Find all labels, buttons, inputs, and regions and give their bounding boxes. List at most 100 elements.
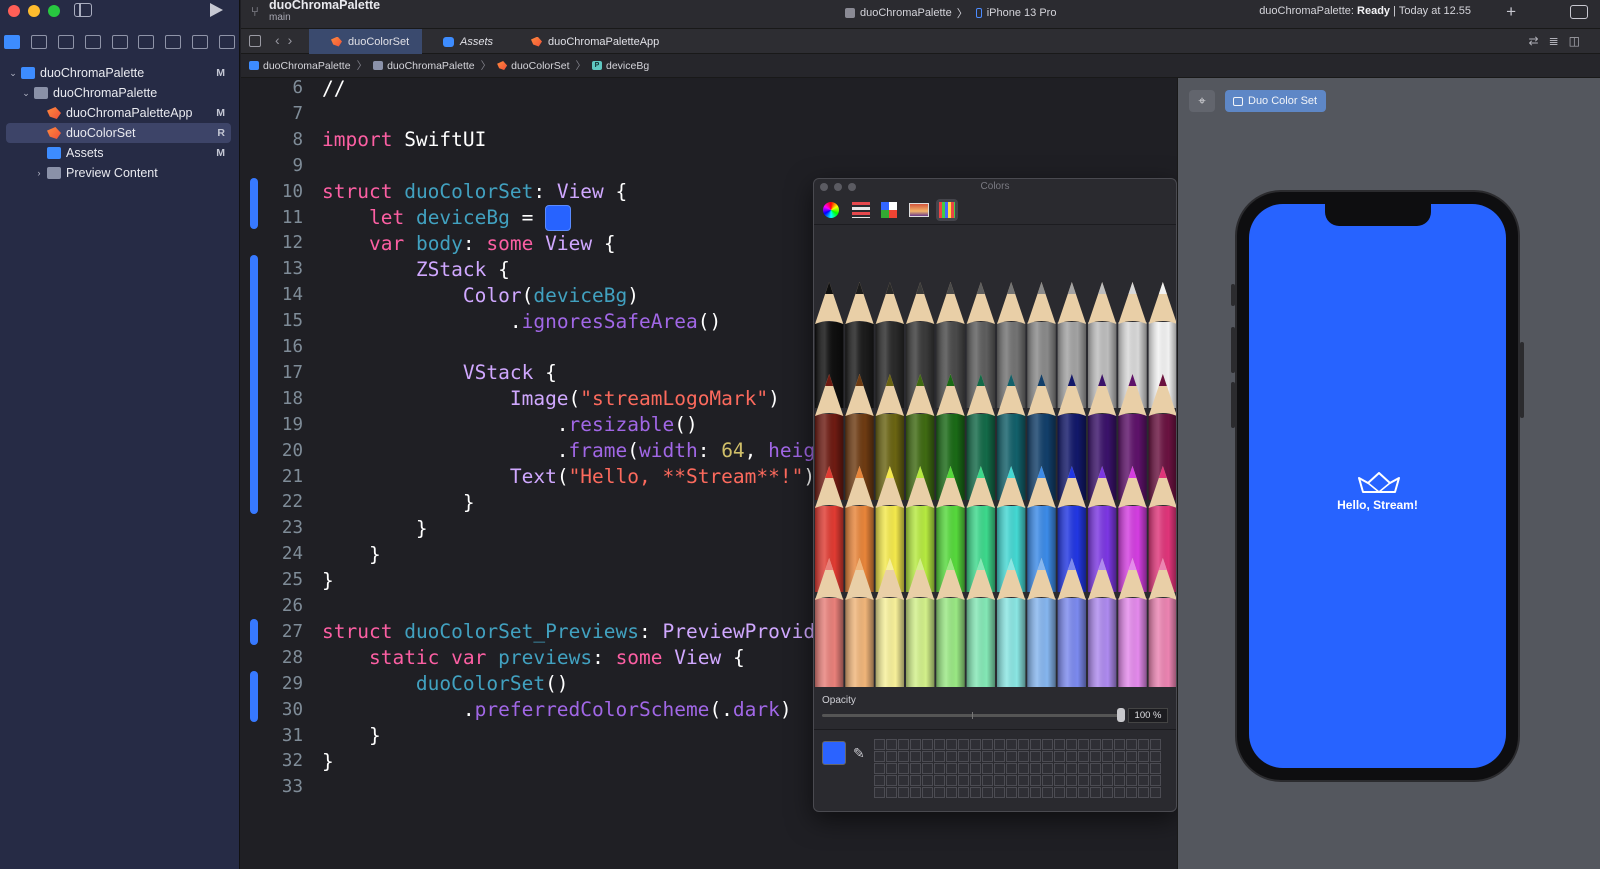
empty-swatch[interactable] bbox=[874, 787, 885, 798]
empty-swatch[interactable] bbox=[1126, 775, 1137, 786]
code-line[interactable]: 23 } bbox=[241, 515, 428, 541]
empty-swatch[interactable] bbox=[898, 751, 909, 762]
empty-swatch[interactable] bbox=[1066, 763, 1077, 774]
project-tree-item[interactable]: › Preview Content bbox=[6, 163, 231, 183]
empty-swatch[interactable] bbox=[922, 751, 933, 762]
pin-preview-icon[interactable]: ⌖ bbox=[1189, 90, 1215, 112]
empty-swatch[interactable] bbox=[970, 739, 981, 750]
empty-swatch[interactable] bbox=[898, 787, 909, 798]
code-line[interactable]: 33 bbox=[241, 774, 322, 800]
empty-swatch[interactable] bbox=[1042, 751, 1053, 762]
code-line[interactable]: 12 var body: some View { bbox=[241, 230, 616, 256]
empty-swatch[interactable] bbox=[1090, 775, 1101, 786]
empty-swatch[interactable] bbox=[946, 763, 957, 774]
jumpbar-symbol[interactable]: deviceBg bbox=[606, 60, 649, 72]
empty-swatch[interactable] bbox=[1138, 739, 1149, 750]
opacity-value-field[interactable]: 100 % bbox=[1128, 708, 1168, 723]
chevron-right-icon[interactable]: › bbox=[34, 168, 44, 178]
empty-swatch[interactable] bbox=[958, 751, 969, 762]
empty-swatch[interactable] bbox=[934, 739, 945, 750]
empty-swatch[interactable] bbox=[1066, 775, 1077, 786]
empty-swatch[interactable] bbox=[946, 775, 957, 786]
pencils-mode[interactable] bbox=[936, 199, 958, 221]
empty-swatch[interactable] bbox=[910, 763, 921, 774]
empty-swatch[interactable] bbox=[910, 787, 921, 798]
empty-swatch[interactable] bbox=[910, 751, 921, 762]
empty-swatch[interactable] bbox=[1150, 739, 1161, 750]
empty-swatch[interactable] bbox=[898, 739, 909, 750]
empty-swatch[interactable] bbox=[1042, 787, 1053, 798]
code-line[interactable]: 20 .frame(width: 64, height: 64) bbox=[241, 438, 897, 464]
back-forward-arrows-icon[interactable]: ‹› bbox=[275, 32, 300, 48]
empty-swatch[interactable] bbox=[982, 775, 993, 786]
empty-swatch[interactable] bbox=[1030, 751, 1041, 762]
empty-swatch[interactable] bbox=[886, 739, 897, 750]
code-line[interactable]: 26 bbox=[241, 593, 322, 619]
empty-swatch[interactable] bbox=[1078, 739, 1089, 750]
empty-swatch[interactable] bbox=[1090, 787, 1101, 798]
empty-swatch[interactable] bbox=[934, 763, 945, 774]
empty-swatch[interactable] bbox=[934, 787, 945, 798]
empty-swatch[interactable] bbox=[1042, 739, 1053, 750]
empty-swatch[interactable] bbox=[1078, 751, 1089, 762]
code-line[interactable]: 11 let deviceBg = bbox=[241, 204, 572, 231]
empty-swatch[interactable] bbox=[1054, 751, 1065, 762]
empty-swatch[interactable] bbox=[1078, 763, 1089, 774]
empty-swatch[interactable] bbox=[1042, 763, 1053, 774]
code-line[interactable]: 13 ZStack { bbox=[241, 256, 510, 282]
empty-swatch[interactable] bbox=[970, 751, 981, 762]
empty-swatch[interactable] bbox=[886, 775, 897, 786]
chevron-down-icon[interactable]: ⌄ bbox=[8, 68, 18, 79]
code-line[interactable]: 14 Color(deviceBg) bbox=[241, 282, 639, 308]
empty-swatch[interactable] bbox=[910, 775, 921, 786]
empty-swatch[interactable] bbox=[1090, 751, 1101, 762]
report-navigator-icon[interactable] bbox=[219, 35, 235, 49]
empty-swatch[interactable] bbox=[1150, 775, 1161, 786]
code-line[interactable]: 17 VStack { bbox=[241, 360, 557, 386]
project-tree-item[interactable]: duoChromaPaletteApp M bbox=[6, 103, 231, 123]
empty-swatch[interactable] bbox=[1054, 739, 1065, 750]
code-line[interactable]: 16 bbox=[241, 334, 322, 360]
jumpbar-group[interactable]: duoChromaPalette bbox=[387, 60, 475, 72]
empty-swatch[interactable] bbox=[1114, 739, 1125, 750]
code-line[interactable]: 25} bbox=[241, 567, 334, 593]
empty-swatch[interactable] bbox=[994, 751, 1005, 762]
empty-swatch[interactable] bbox=[946, 787, 957, 798]
empty-swatch[interactable] bbox=[1030, 763, 1041, 774]
color-sliders-mode[interactable] bbox=[849, 199, 871, 221]
empty-swatch[interactable] bbox=[922, 763, 933, 774]
project-navigator-icon[interactable] bbox=[4, 35, 20, 49]
empty-swatch[interactable] bbox=[1150, 763, 1161, 774]
empty-swatch[interactable] bbox=[994, 763, 1005, 774]
image-palettes-mode[interactable] bbox=[907, 199, 929, 221]
empty-swatch[interactable] bbox=[994, 787, 1005, 798]
color-literal-swatch[interactable] bbox=[545, 204, 572, 231]
empty-swatch[interactable] bbox=[1066, 739, 1077, 750]
code-line[interactable]: 24 } bbox=[241, 541, 381, 567]
related-items-icon[interactable] bbox=[249, 35, 261, 47]
empty-swatch[interactable] bbox=[1090, 739, 1101, 750]
code-line[interactable]: 27 struct duoColorSet_Previews: PreviewPr… bbox=[241, 619, 862, 645]
empty-swatch[interactable] bbox=[1090, 763, 1101, 774]
code-line[interactable]: 8 import SwiftUI bbox=[241, 127, 486, 153]
run-button[interactable] bbox=[210, 3, 223, 17]
empty-swatch[interactable] bbox=[1066, 751, 1077, 762]
test-navigator-icon[interactable] bbox=[138, 35, 155, 49]
empty-swatch[interactable] bbox=[1054, 763, 1065, 774]
empty-swatch[interactable] bbox=[1102, 775, 1113, 786]
source-control-navigator-icon[interactable] bbox=[30, 35, 47, 49]
empty-swatch[interactable] bbox=[1114, 775, 1125, 786]
empty-swatch[interactable] bbox=[1114, 787, 1125, 798]
code-line[interactable]: 9 bbox=[241, 153, 322, 179]
code-line[interactable]: 28 static var previews: some View { bbox=[241, 645, 745, 671]
empty-swatch[interactable] bbox=[1030, 739, 1041, 750]
empty-swatch[interactable] bbox=[958, 775, 969, 786]
chevron-down-icon[interactable]: ⌄ bbox=[21, 88, 31, 99]
empty-swatch[interactable] bbox=[1150, 787, 1161, 798]
minimize-window-button[interactable] bbox=[28, 5, 40, 17]
color-palettes-mode[interactable] bbox=[878, 199, 900, 221]
symbol-navigator-icon[interactable] bbox=[57, 35, 74, 49]
editor-options-icon[interactable]: ⇄≣◫ bbox=[1529, 34, 1590, 48]
empty-swatch[interactable] bbox=[922, 775, 933, 786]
panel-close-button[interactable] bbox=[820, 183, 828, 191]
